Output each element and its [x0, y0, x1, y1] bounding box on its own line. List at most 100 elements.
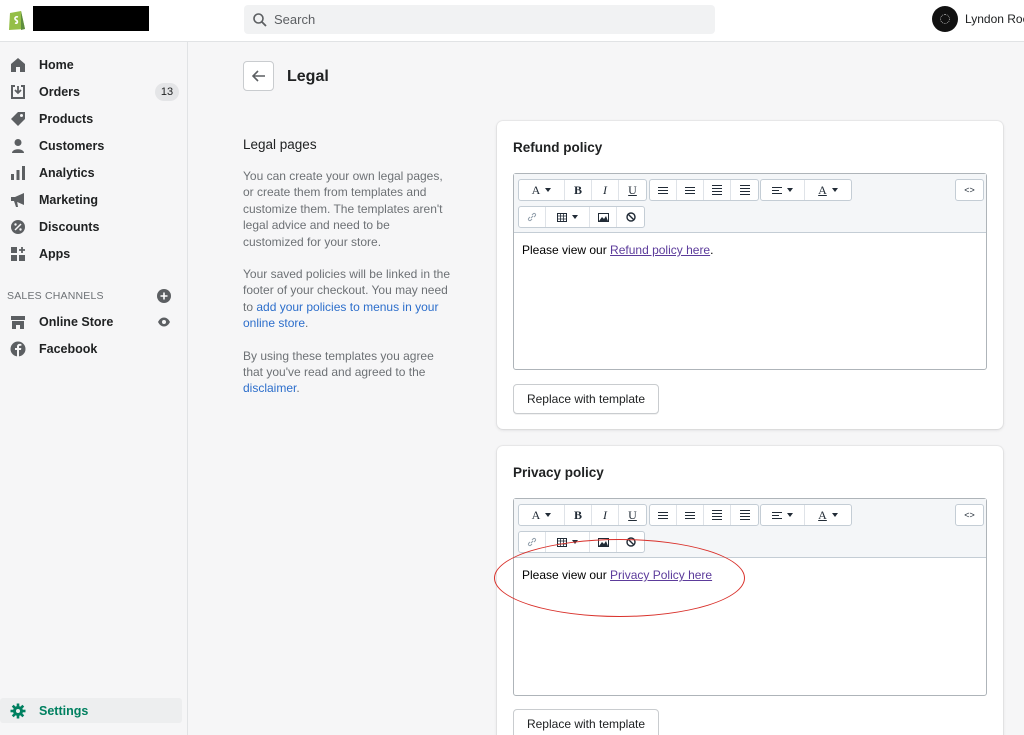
user-menu[interactable]: Lyndon Roe [932, 6, 1024, 32]
sidebar-item-apps[interactable]: Apps [0, 241, 188, 267]
sidebar-item-analytics[interactable]: Analytics [0, 160, 188, 186]
toolbar-group: A B I U [518, 504, 647, 526]
sidebar-item-label: Settings [39, 703, 89, 718]
numbered-list-button[interactable] [677, 505, 704, 525]
sidebar-item-online-store[interactable]: Online Store [0, 309, 188, 335]
numbered-list-icon [685, 186, 695, 194]
page-title: Legal [287, 68, 329, 85]
content-text: . [710, 243, 714, 257]
align-left-icon [772, 511, 782, 519]
caret-down-icon [572, 215, 578, 219]
editor-content[interactable]: Please view our Privacy Policy here [514, 558, 986, 592]
privacy-policy-link[interactable]: Privacy Policy here [610, 568, 712, 582]
link-icon [527, 537, 537, 547]
sidebar-item-facebook[interactable]: Facebook [0, 336, 188, 362]
orders-icon [11, 85, 25, 99]
editor-toolbar: A B I U A <> [514, 499, 986, 558]
insert-image-button[interactable] [590, 207, 617, 227]
refund-policy-link[interactable]: Refund policy here [610, 243, 710, 257]
editor-content[interactable]: Please view our Refund policy here. [514, 233, 986, 267]
block-icon [625, 212, 636, 222]
outdent-button[interactable] [704, 505, 731, 525]
add-circle-icon[interactable] [157, 289, 171, 303]
eye-icon[interactable] [157, 316, 171, 328]
sidebar-item-customers[interactable]: Customers [0, 133, 188, 159]
indent-button[interactable] [731, 505, 758, 525]
link-button[interactable] [519, 207, 546, 227]
insert-image-button[interactable] [590, 532, 617, 552]
description-paragraph: You can create your own legal pages, or … [243, 169, 443, 249]
underline-button[interactable]: U [619, 505, 646, 525]
source-code-button[interactable]: <> [956, 180, 983, 200]
toolbar-group: A [760, 179, 852, 201]
table-dropdown[interactable] [546, 207, 590, 227]
outdent-icon [712, 185, 722, 195]
caret-down-icon [572, 540, 578, 544]
toolbar-group [649, 179, 759, 201]
font-dropdown[interactable]: A [519, 505, 565, 525]
clear-formatting-button[interactable] [617, 207, 644, 227]
outdent-button[interactable] [704, 180, 731, 200]
text-color-label: A [818, 182, 827, 197]
italic-button[interactable]: I [592, 180, 619, 200]
sidebar-item-discounts[interactable]: Discounts [0, 214, 188, 240]
toolbar-group: A [760, 504, 852, 526]
toolbar-group [649, 504, 759, 526]
card-title: Privacy policy [513, 465, 604, 480]
search-icon [253, 12, 267, 27]
clear-formatting-button[interactable] [617, 532, 644, 552]
sidebar-item-label: Home [39, 58, 74, 72]
content-text: Please view our [522, 243, 611, 257]
avatar[interactable] [932, 6, 958, 32]
text-color-dropdown[interactable]: A [805, 505, 851, 525]
shopify-logo-icon[interactable] [7, 8, 27, 32]
discount-icon [11, 220, 25, 234]
add-policies-to-menus-link[interactable]: add your policies to menus in your onlin… [243, 300, 438, 330]
sidebar-item-label: Facebook [39, 342, 98, 356]
align-dropdown[interactable] [761, 180, 805, 200]
source-code-button[interactable]: <> [956, 505, 983, 525]
search-bar[interactable] [244, 5, 715, 34]
numbered-list-button[interactable] [677, 180, 704, 200]
sidebar-item-home[interactable]: Home [0, 52, 188, 78]
table-icon [557, 212, 567, 222]
bullet-list-button[interactable] [650, 505, 677, 525]
indent-button[interactable] [731, 180, 758, 200]
sidebar-item-products[interactable]: Products [0, 106, 188, 132]
sidebar-item-orders[interactable]: Orders 13 [0, 79, 188, 105]
align-dropdown[interactable] [761, 505, 805, 525]
sidebar-item-label: Customers [39, 139, 105, 153]
sidebar-item-settings[interactable]: Settings [0, 698, 182, 723]
search-input[interactable] [274, 12, 694, 27]
sidebar-item-label: Analytics [39, 166, 95, 180]
disclaimer-link[interactable]: disclaimer [243, 381, 296, 395]
store-name-redacted[interactable] [33, 6, 149, 31]
bold-button[interactable]: B [565, 505, 592, 525]
toolbar-group: <> [955, 179, 984, 201]
sidebar-item-label: Orders [39, 85, 80, 99]
align-left-icon [772, 186, 782, 194]
user-name: Lyndon Roe [965, 12, 1024, 26]
replace-with-template-button[interactable]: Replace with template [513, 709, 659, 735]
card-title: Refund policy [513, 140, 603, 155]
top-bar: Lyndon Roe [0, 0, 1024, 42]
underline-button[interactable]: U [619, 180, 646, 200]
refund-policy-editor[interactable]: A B I U A <> Please view our Refund poli… [513, 173, 987, 370]
indent-icon [739, 510, 750, 520]
privacy-policy-editor[interactable]: A B I U A <> Please view our Privacy Pol… [513, 498, 987, 696]
privacy-policy-card: Privacy policy A B I U A <> Please view … [497, 446, 1003, 735]
text-color-dropdown[interactable]: A [805, 180, 851, 200]
bullet-list-button[interactable] [650, 180, 677, 200]
table-dropdown[interactable] [546, 532, 590, 552]
image-icon [597, 212, 609, 222]
bold-button[interactable]: B [565, 180, 592, 200]
sidebar-item-marketing[interactable]: Marketing [0, 187, 188, 213]
font-label: A [531, 507, 541, 522]
font-dropdown[interactable]: A [519, 180, 565, 200]
link-button[interactable] [519, 532, 546, 552]
toolbar-group [518, 206, 645, 228]
bullet-list-icon [658, 186, 668, 194]
italic-button[interactable]: I [592, 505, 619, 525]
back-button[interactable] [243, 61, 274, 91]
replace-with-template-button[interactable]: Replace with template [513, 384, 659, 414]
